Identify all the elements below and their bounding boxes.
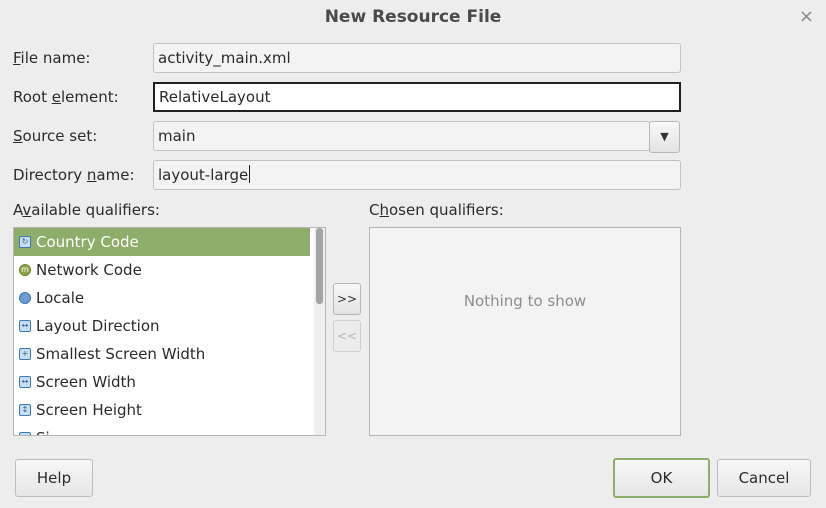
smallest-screen-width-icon: + [19, 348, 31, 360]
available-qualifiers-label: Available qualifiers: [13, 201, 160, 219]
directory-name-field[interactable]: layout-large [153, 160, 681, 190]
chosen-qualifiers-label: Chosen qualifiers: [369, 201, 504, 219]
cancel-button[interactable]: Cancel [717, 459, 811, 497]
list-item-screen-height[interactable]: ↕ Screen Height [14, 396, 310, 424]
chosen-qualifiers-list[interactable]: Nothing to show [369, 227, 681, 436]
list-item-layout-direction[interactable]: ↔ Layout Direction [14, 312, 310, 340]
size-icon [19, 432, 31, 435]
title-bar: New Resource File × [0, 0, 826, 36]
help-button[interactable]: Help [15, 459, 93, 497]
list-item-screen-width[interactable]: ↔ Screen Width [14, 368, 310, 396]
country-code-icon: ↻ [19, 236, 31, 248]
empty-state-text: Nothing to show [463, 292, 587, 310]
network-code-icon: m [19, 264, 31, 276]
file-name-field[interactable]: activity_main.xml [153, 43, 681, 73]
root-element-label: Root element: [13, 88, 119, 106]
list-scrollbar[interactable] [314, 228, 325, 435]
list-item-country-code[interactable]: ↻ Country Code [14, 228, 310, 256]
list-item-locale[interactable]: Locale [14, 284, 310, 312]
list-item-network-code[interactable]: m Network Code [14, 256, 310, 284]
remove-qualifier-button[interactable]: << [333, 320, 361, 352]
layout-direction-icon: ↔ [19, 320, 31, 332]
list-item-size[interactable]: Si [14, 424, 310, 435]
screen-height-icon: ↕ [19, 404, 31, 416]
directory-name-label: Directory name: [13, 166, 135, 184]
close-icon[interactable]: × [799, 6, 814, 27]
add-qualifier-button[interactable]: >> [333, 283, 361, 315]
root-element-field[interactable]: RelativeLayout [153, 82, 681, 112]
screen-width-icon: ↔ [19, 376, 31, 388]
locale-globe-icon [19, 292, 31, 304]
scrollbar-thumb[interactable] [316, 228, 323, 304]
dialog-title: New Resource File [324, 7, 502, 27]
source-set-dropdown-button[interactable]: ▼ [649, 121, 680, 153]
list-item-smallest-screen-width[interactable]: + Smallest Screen Width [14, 340, 310, 368]
available-qualifiers-list[interactable]: ↻ Country Code m Network Code Locale ↔ Layo… [13, 227, 326, 436]
file-name-label: File name: [13, 49, 91, 67]
ok-button[interactable]: OK [613, 458, 710, 498]
chevron-down-icon: ▼ [660, 130, 669, 143]
source-set-label: Source set: [13, 127, 98, 145]
text-cursor [249, 165, 251, 183]
source-set-combobox[interactable]: main [153, 121, 650, 151]
